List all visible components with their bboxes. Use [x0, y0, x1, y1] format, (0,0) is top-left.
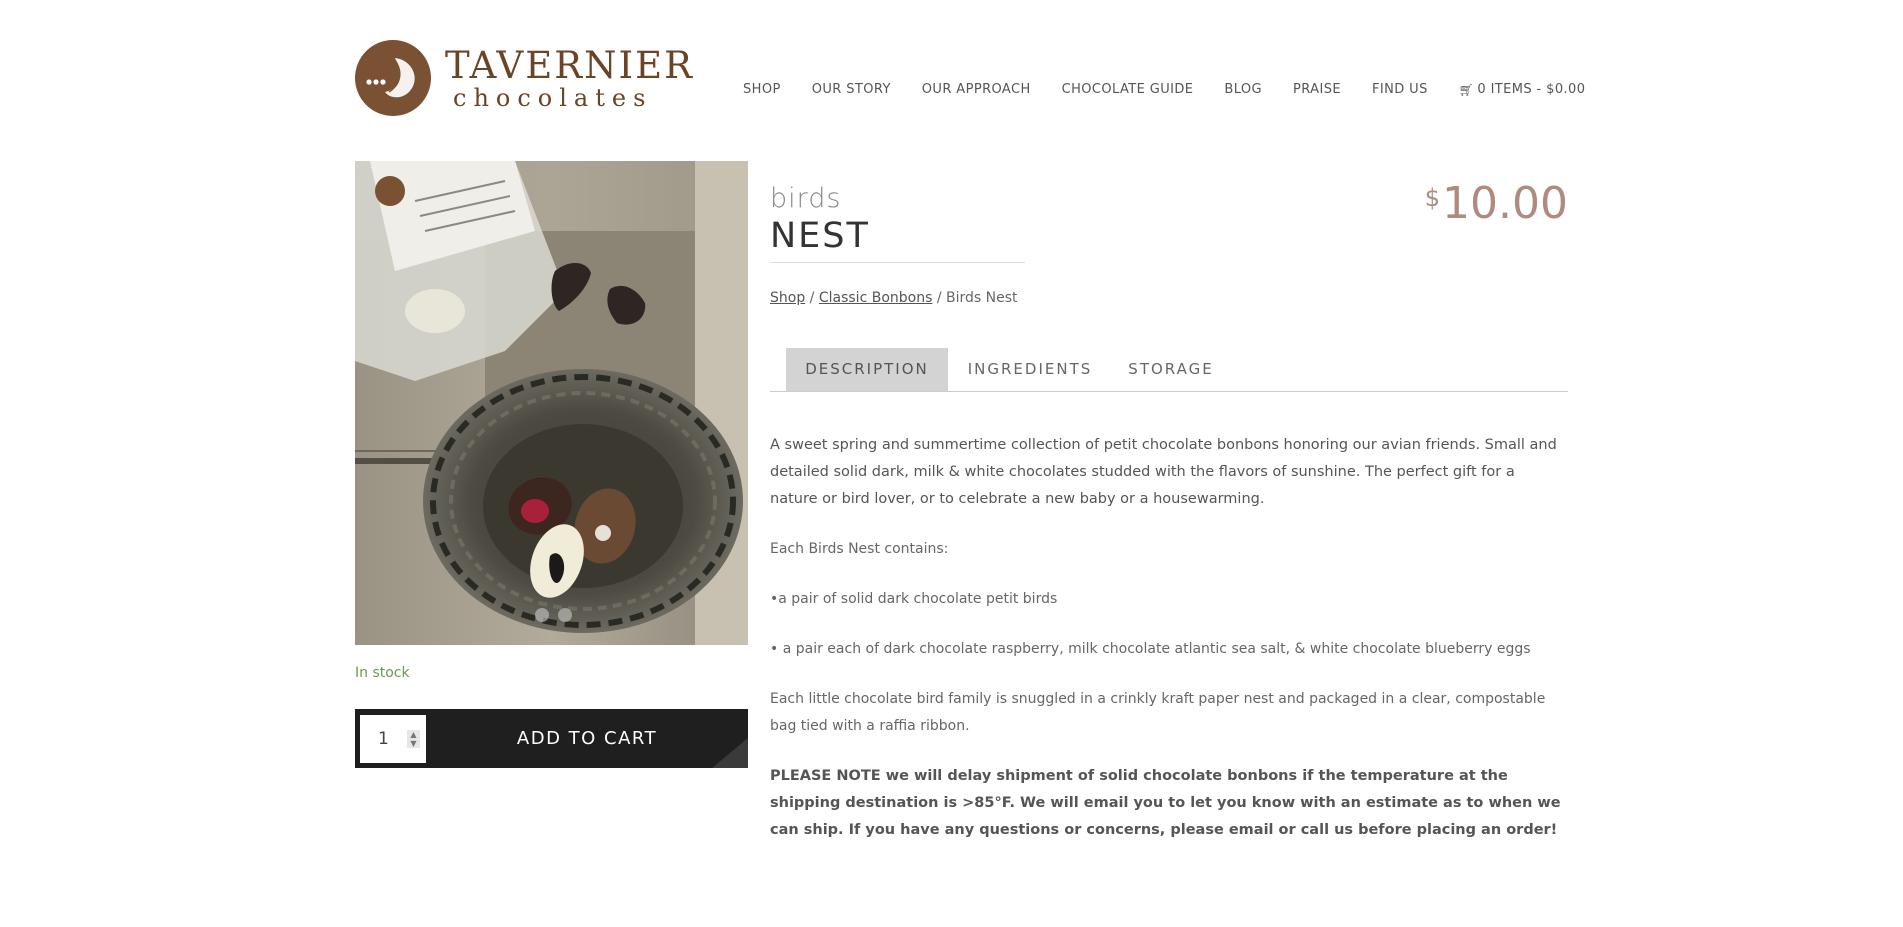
gallery-dot[interactable] [535, 608, 549, 622]
button-corner-decoration [712, 738, 748, 768]
tab-storage[interactable]: STORAGE [1110, 348, 1232, 391]
cart-icon: 🛒︎ [1458, 82, 1475, 97]
tab-ingredients[interactable]: INGREDIENTS [960, 348, 1100, 391]
add-to-cart-form: 1 ▲ ▼ ADD TO CART [355, 709, 748, 768]
nav-our-approach[interactable]: OUR APPROACH [922, 82, 1031, 97]
stepper-arrows[interactable]: ▲ ▼ [407, 729, 420, 748]
nav-blog[interactable]: BLOG [1224, 82, 1262, 97]
breadcrumb-separator: / [809, 290, 815, 306]
description-contains: Each Birds Nest contains: [770, 541, 949, 557]
product-title: NEST [770, 216, 870, 256]
brand-tagline: chocolates [453, 83, 653, 112]
description-intro: A sweet spring and summertime collection… [770, 437, 1557, 507]
page: TAVERNIER chocolates SHOP OUR STORY OUR … [0, 0, 1903, 927]
cacao-logo-icon [355, 40, 431, 116]
chevron-up-icon[interactable]: ▲ [407, 729, 420, 739]
chevron-down-icon[interactable]: ▼ [407, 738, 420, 748]
breadcrumb: Shop / Classic Bonbons / Birds Nest [770, 290, 1018, 306]
tab-description[interactable]: DESCRIPTION [786, 348, 948, 391]
product-subtitle: birds [770, 183, 842, 214]
description-packaging: Each little chocolate bird family is snu… [770, 691, 1546, 734]
quantity-input[interactable]: 1 [378, 729, 389, 749]
product-tabs: DESCRIPTION INGREDIENTS STORAGE [770, 348, 1568, 392]
product-price: $ 10.00 [1425, 178, 1568, 229]
description-bullet: • a pair each of dark chocolate raspberr… [770, 641, 1531, 657]
price-amount: 10.00 [1442, 178, 1568, 229]
breadcrumb-separator: / [936, 290, 942, 306]
main-nav: SHOP OUR STORY OUR APPROACH CHOCOLATE GU… [743, 82, 1585, 97]
nav-praise[interactable]: PRAISE [1293, 82, 1341, 97]
nav-cart[interactable]: 🛒︎ 0 ITEMS - $0.00 [1459, 82, 1586, 97]
shipping-note: PLEASE NOTE we will delay shipment of so… [770, 768, 1561, 838]
nav-our-story[interactable]: OUR STORY [812, 82, 891, 97]
cart-summary: 0 ITEMS - $0.00 [1477, 82, 1586, 97]
title-divider [770, 262, 1025, 263]
gallery-dot[interactable] [558, 608, 572, 622]
breadcrumb-shop[interactable]: Shop [770, 290, 805, 306]
breadcrumb-current: Birds Nest [946, 290, 1018, 306]
product-image[interactable] [355, 161, 748, 645]
price-currency: $ [1424, 184, 1441, 212]
breadcrumb-category[interactable]: Classic Bonbons [819, 290, 933, 306]
add-to-cart-button[interactable]: ADD TO CART [426, 728, 748, 749]
description-bullet: •a pair of solid dark chocolate petit bi… [770, 591, 1058, 607]
brand-name: TAVERNIER [445, 43, 694, 87]
nav-shop[interactable]: SHOP [743, 82, 781, 97]
nav-chocolate-guide[interactable]: CHOCOLATE GUIDE [1062, 82, 1194, 97]
product-description: A sweet spring and summertime collection… [770, 432, 1565, 867]
image-gallery-dots [535, 608, 581, 622]
brand-logo[interactable]: TAVERNIER chocolates [355, 40, 692, 116]
nav-find-us[interactable]: FIND US [1372, 82, 1428, 97]
quantity-stepper[interactable]: 1 ▲ ▼ [360, 714, 426, 763]
stock-status: In stock [355, 665, 410, 681]
